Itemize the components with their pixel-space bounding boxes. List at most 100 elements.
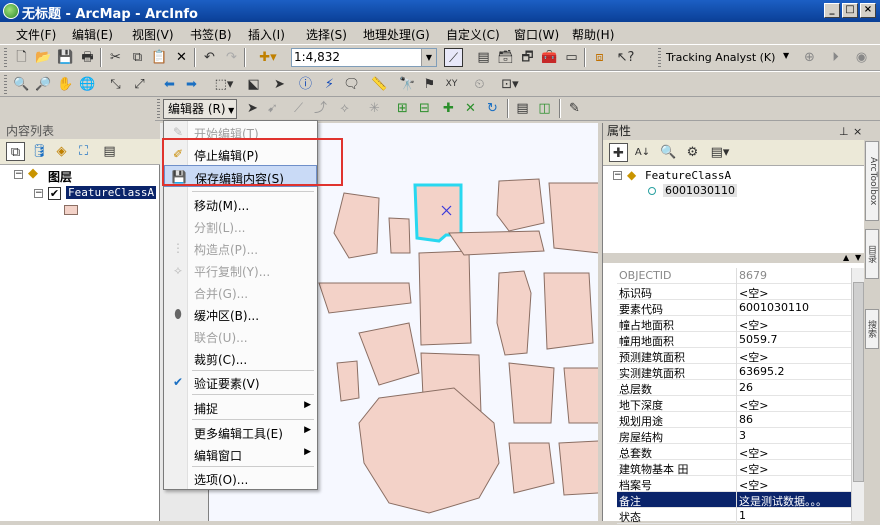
fixed-zoom-in-icon[interactable]: ⤡ [106, 75, 125, 94]
arctoolbox-icon[interactable]: 🧰 [540, 48, 559, 67]
attributes-icon[interactable]: ▤ [513, 99, 532, 118]
table-row[interactable]: 预测建筑面积 <空> [617, 348, 851, 364]
table-row[interactable]: 幢用地面积 5059.7 [617, 332, 851, 348]
table-row[interactable]: 幢占地面积 <空> [617, 316, 851, 332]
dock-tab-catalog[interactable]: 目录 [865, 229, 879, 279]
splitter[interactable]: ▲ ▼ [603, 253, 865, 263]
layer-symbol-swatch[interactable] [64, 205, 78, 215]
find-route-icon[interactable]: ⚑ [420, 75, 439, 94]
collapse-layer-icon[interactable]: − [34, 189, 43, 198]
arrow-down-icon[interactable]: ▼ [855, 253, 861, 262]
back-arrow-icon[interactable]: ⬅ [160, 75, 179, 94]
zoom-to-feature-icon[interactable]: 🔍 [659, 143, 678, 162]
collapse-class-icon[interactable]: − [613, 171, 622, 180]
find-binoculars-icon[interactable]: 🔭 [398, 75, 417, 94]
menu-file[interactable]: 文件(F) [16, 26, 56, 43]
table-row[interactable]: 要素代码 6001030110 [617, 300, 851, 316]
collapse-layers-icon[interactable]: − [14, 170, 23, 179]
print-icon[interactable]: 🖶 [78, 48, 97, 67]
dock-tab-arctoolbox[interactable]: ArcToolbox [865, 141, 879, 221]
pin-icon[interactable]: ⊥ [839, 123, 849, 140]
table-row[interactable]: 实测建筑面积 63695.2 [617, 364, 851, 380]
toolbar-grip[interactable] [157, 99, 160, 118]
menu-validate-features[interactable]: ✔ 验证要素(V) [164, 371, 317, 393]
menu-help[interactable]: 帮助(H) [572, 26, 614, 43]
attributes-options-icon[interactable]: ▤▾ [707, 143, 733, 162]
close-panel-icon[interactable]: × [853, 123, 862, 140]
zoom-out-icon[interactable]: 🔎 [34, 75, 53, 94]
table-window-icon[interactable]: ▤ [474, 48, 493, 67]
menu-windows[interactable]: 窗口(W) [514, 26, 559, 43]
paste-icon[interactable]: 📋 [150, 48, 169, 67]
select-features-icon[interactable]: ⬚▾ [210, 75, 238, 94]
save-icon[interactable]: 💾 [56, 48, 75, 67]
list-by-visibility-icon[interactable]: ◈ [52, 142, 71, 161]
vertical-scrollbar[interactable] [851, 268, 865, 521]
fixed-zoom-out-icon[interactable]: ⤢ [130, 75, 149, 94]
whats-this-icon[interactable]: ↖? [616, 48, 635, 67]
rotate-icon[interactable]: ↻ [483, 99, 502, 118]
python-window-icon[interactable]: ▭ [562, 48, 581, 67]
toolbar-grip[interactable] [4, 48, 7, 67]
chevron-down-icon[interactable]: ▼ [783, 51, 789, 60]
undo-icon[interactable]: ↶ [200, 48, 219, 67]
editor-menu-button[interactable]: 编辑器 (R) ▼ [163, 99, 237, 119]
toolbar-grip[interactable] [4, 75, 7, 94]
menu-customize[interactable]: 自定义(C) [446, 26, 500, 43]
cut-icon[interactable]: ✂ [106, 48, 125, 67]
menu-more-editing-tools[interactable]: 更多编辑工具(E) ▶ [164, 421, 317, 443]
forward-arrow-icon[interactable]: ➡ [182, 75, 201, 94]
scrollbar-thumb[interactable] [853, 282, 864, 482]
flash-icon[interactable]: ⚙ [683, 143, 702, 162]
maximize-button[interactable]: □ [842, 3, 858, 18]
table-row[interactable]: 状态 1 [617, 508, 851, 524]
zoom-in-icon[interactable]: 🔍 [12, 75, 31, 94]
tree-feature-class[interactable]: FeatureClassA [645, 169, 731, 182]
minimize-button[interactable]: _ [824, 3, 840, 18]
hyperlink-icon[interactable]: ⚡ [320, 75, 339, 94]
table-row[interactable]: 档案号 <空> [617, 476, 851, 492]
list-by-drawing-order-icon[interactable]: ⧉ [6, 142, 25, 161]
delete-icon[interactable]: ✕ [172, 48, 191, 67]
list-by-source-icon[interactable]: 🛢 [30, 142, 49, 161]
layer-name-feature-class-a[interactable]: FeatureClassA [66, 186, 157, 199]
split-tool-icon[interactable]: ✕ [461, 99, 480, 118]
select-elements-icon[interactable]: ➤ [270, 75, 289, 94]
edit-vertices-icon[interactable]: ⊞ [393, 99, 412, 118]
sketch-properties-icon[interactable]: ◫ [535, 99, 554, 118]
menu-options[interactable]: 选项(O)... [164, 467, 317, 489]
menu-clip[interactable]: 裁剪(C)... [164, 347, 317, 369]
menu-selection[interactable]: 选择(S) [306, 26, 347, 43]
layer-visibility-checkbox[interactable]: ✔ [48, 187, 61, 200]
show-selection-icon[interactable]: ✚ [609, 143, 628, 162]
menu-bookmarks[interactable]: 书签(B) [190, 26, 232, 43]
close-button[interactable]: × [860, 3, 876, 18]
create-features-icon[interactable]: ✎ [565, 99, 584, 118]
toolbar-grip[interactable] [658, 48, 661, 67]
menu-edit[interactable]: 编辑(E) [72, 26, 113, 43]
measure-icon[interactable]: 📏 [370, 75, 389, 94]
table-row[interactable]: OBJECTID 8679 [617, 268, 851, 284]
arrow-up-icon[interactable]: ▲ [843, 253, 849, 262]
copy-icon[interactable]: ⧉ [128, 48, 147, 67]
menu-move[interactable]: 移动(M)... [164, 193, 317, 215]
menu-editing-windows[interactable]: 编辑窗口 ▶ [164, 443, 317, 465]
tree-feature-id[interactable]: 6001030110 [663, 184, 737, 197]
reshape-feature-icon[interactable]: ⊟ [415, 99, 434, 118]
create-viewer-icon[interactable]: ⊡▾ [496, 75, 524, 94]
toc-options-icon[interactable]: ▤ [100, 142, 119, 161]
table-row[interactable]: 房屋结构 3 [617, 428, 851, 444]
table-row[interactable]: 总层数 26 [617, 380, 851, 396]
catalog-window-icon[interactable]: 🗃 [496, 48, 515, 67]
dock-tab-search[interactable]: 搜索 [865, 309, 879, 349]
menu-view[interactable]: 视图(V) [132, 26, 174, 43]
menu-stop-editing[interactable]: ✐ 停止编辑(P) [164, 143, 317, 165]
table-row[interactable]: 备注 这是测试数据。。。 [617, 492, 851, 508]
menu-buffer[interactable]: ⬮ 缓冲区(B)... [164, 303, 317, 325]
table-row[interactable]: 建筑物基本 田 <空> [617, 460, 851, 476]
table-row[interactable]: 地下深度 <空> [617, 396, 851, 412]
edit-tool-arrow-icon[interactable]: ➤ [243, 99, 262, 118]
go-to-xy-icon[interactable]: XY [442, 75, 461, 94]
tracking-analyst-menu[interactable]: Tracking Analyst (K) [666, 51, 775, 64]
menu-geoprocessing[interactable]: 地理处理(G) [363, 26, 430, 43]
